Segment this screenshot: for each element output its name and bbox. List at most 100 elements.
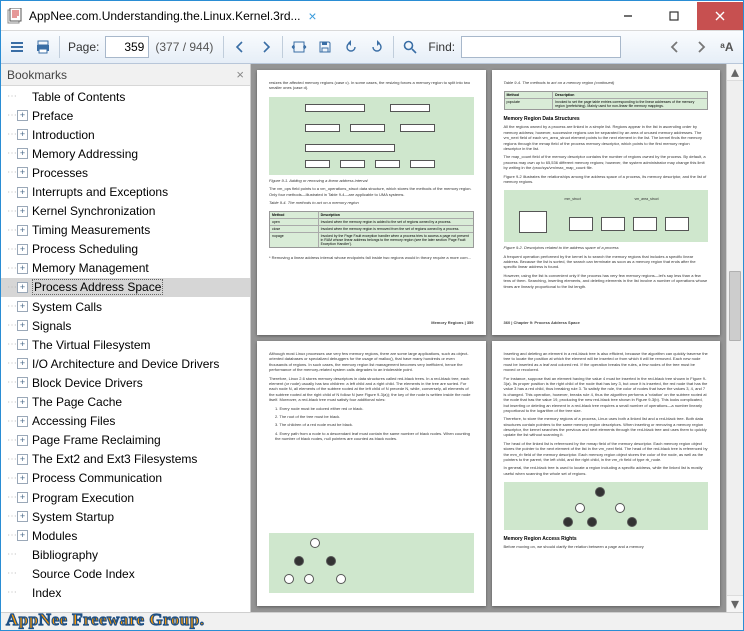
expand-icon[interactable]: + [17,339,28,350]
sidebar-item[interactable]: ⋯+Modules [1,526,250,545]
tab-close-button[interactable]: × [305,8,321,24]
expand-icon[interactable]: + [17,530,28,541]
sidebar-header: Bookmarks × [1,64,250,86]
expand-icon[interactable]: + [17,435,28,446]
sidebar-item[interactable]: ⋯+Timing Measurements [1,221,250,240]
find-input[interactable] [461,36,621,58]
expand-icon[interactable]: + [17,129,28,140]
window-title: AppNee.com.Understanding.the.Linux.Kerne… [29,9,301,23]
sidebar-item[interactable]: ⋯+Process Communication [1,469,250,488]
expand-icon[interactable]: + [17,263,28,274]
page-thumbnail[interactable]: Inserting and deleting an element in a r… [492,341,721,606]
expand-icon[interactable]: + [17,454,28,465]
expand-icon[interactable]: + [17,301,28,312]
minimize-button[interactable] [605,2,651,30]
find-next-button[interactable] [689,35,713,59]
sidebar-item[interactable]: ⋯+Process Scheduling [1,240,250,259]
rotate-left-button[interactable] [339,35,363,59]
page-input[interactable] [105,36,149,58]
expand-icon[interactable]: + [17,167,28,178]
expand-icon[interactable]: + [17,110,28,121]
sidebar-item[interactable]: ⋯+Signals [1,316,250,335]
save-button[interactable] [313,35,337,59]
expand-icon[interactable]: + [17,282,28,293]
sidebar-item[interactable]: ⋯Index [1,583,250,602]
expand-icon[interactable]: + [17,397,28,408]
sidebar-item[interactable]: ⋯+Preface [1,106,250,125]
sidebar-item-label: The Ext2 and Ext3 Filesystems [32,452,197,466]
find-button[interactable] [398,35,422,59]
menu-button[interactable] [5,35,29,59]
sidebar-item-label: Table of Contents [32,90,125,104]
expand-icon[interactable]: + [17,416,28,427]
sidebar-item-label: System Calls [32,300,102,314]
titlebar: AppNee.com.Understanding.the.Linux.Kerne… [1,1,743,31]
sidebar-item-label: The Page Cache [32,395,122,409]
sidebar-item[interactable]: ⋯+Introduction [1,125,250,144]
scroll-thumb[interactable] [729,271,741,341]
page-thumbnail[interactable]: Table 9-4. The methods to act on a memor… [492,70,721,335]
sidebar-item[interactable]: ⋯+Memory Addressing [1,144,250,163]
sidebar-item-label: Process Scheduling [32,242,138,256]
expand-icon[interactable]: + [17,358,28,369]
find-prev-button[interactable] [663,35,687,59]
scroll-up-button[interactable]: ▴ [727,64,743,81]
sidebar-item[interactable]: ⋯+Processes [1,163,250,182]
sidebar-item[interactable]: ⋯+Kernel Synchronization [1,202,250,221]
expand-icon[interactable]: + [17,320,28,331]
sidebar-item-label: Signals [32,319,71,333]
sidebar-item[interactable]: ⋯Bibliography [1,545,250,564]
sidebar-item[interactable]: ⋯+Accessing Files [1,412,250,431]
sidebar-item-label: Memory Addressing [32,147,138,161]
page-viewer[interactable]: resizes the affected memory regions (cas… [251,64,726,612]
next-page-button[interactable] [254,35,278,59]
page-thumbnail[interactable]: Although most Linux processes use very f… [257,341,486,606]
sidebar-item-label: Page Frame Reclaiming [32,433,161,447]
sidebar-item[interactable]: ⋯+The Page Cache [1,393,250,412]
fit-width-button[interactable] [287,35,311,59]
sidebar-item[interactable]: ⋯Source Code Index [1,564,250,583]
rotate-right-button[interactable] [365,35,389,59]
scroll-down-button[interactable]: ▾ [727,595,743,612]
sidebar-item-label: Modules [32,529,77,543]
sidebar-item[interactable]: ⋯+The Ext2 and Ext3 Filesystems [1,450,250,469]
print-button[interactable] [31,35,55,59]
expand-icon[interactable]: + [17,187,28,198]
expand-icon[interactable]: + [17,473,28,484]
vertical-scrollbar[interactable]: ▴ ▾ [726,64,743,612]
sidebar-item-label: Kernel Synchronization [32,204,155,218]
match-case-button[interactable]: ᵃA [715,35,739,59]
sidebar-item-label: I/O Architecture and Device Drivers [32,357,219,371]
sidebar-item[interactable]: ⋯+I/O Architecture and Device Drivers [1,354,250,373]
sidebar-item[interactable]: ⋯+Memory Management [1,259,250,278]
sidebar-item[interactable]: ⋯+System Startup [1,507,250,526]
sidebar-item[interactable]: ⋯+Process Address Space [1,278,250,297]
statusbar [1,612,743,630]
expand-icon[interactable]: + [17,377,28,388]
sidebar-item[interactable]: ⋯+Interrupts and Exceptions [1,182,250,201]
expand-icon[interactable]: + [17,206,28,217]
sidebar-item[interactable]: ⋯+The Virtual Filesystem [1,335,250,354]
prev-page-button[interactable] [228,35,252,59]
scroll-track[interactable] [727,81,743,595]
expand-icon[interactable]: + [17,225,28,236]
close-button[interactable] [697,2,743,30]
sidebar-close-button[interactable]: × [236,67,244,82]
expand-icon[interactable]: + [17,148,28,159]
sidebar-item-label: Memory Management [32,261,149,275]
expand-icon[interactable]: + [17,492,28,503]
sidebar-item-label: Process Address Space [32,279,163,295]
page-thumbnail[interactable]: resizes the affected memory regions (cas… [257,70,486,335]
sidebar-item[interactable]: ⋯Table of Contents [1,87,250,106]
expand-icon [17,568,28,579]
bookmarks-tree[interactable]: ⋯Table of Contents⋯+Preface⋯+Introductio… [1,86,250,612]
sidebar-item[interactable]: ⋯+Page Frame Reclaiming [1,431,250,450]
sidebar-item[interactable]: ⋯+Program Execution [1,488,250,507]
maximize-button[interactable] [651,2,697,30]
sidebar-item[interactable]: ⋯+Block Device Drivers [1,373,250,392]
expand-icon[interactable]: + [17,511,28,522]
expand-icon[interactable]: + [17,244,28,255]
sidebar-item-label: Introduction [32,128,95,142]
sidebar-item-label: Block Device Drivers [32,376,143,390]
sidebar-item[interactable]: ⋯+System Calls [1,297,250,316]
